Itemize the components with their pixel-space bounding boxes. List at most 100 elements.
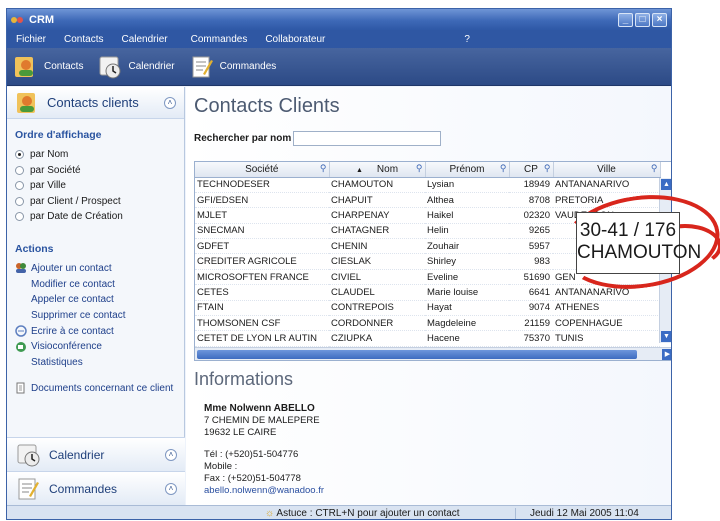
action-write-contact[interactable]: Ecrire à ce contact <box>7 323 184 339</box>
cell-prenom: Lysian <box>425 177 509 193</box>
cell-cp: 9074 <box>509 300 553 317</box>
sidebar-title: Contacts clients <box>47 95 139 110</box>
horizontal-scrollbar[interactable]: ▶ <box>195 347 671 360</box>
sort-option-date[interactable]: par Date de Création <box>15 209 184 225</box>
email-icon <box>15 325 27 337</box>
orders-icon <box>18 478 39 499</box>
cell-cp: 75370 <box>509 330 553 347</box>
search-icon[interactable]: ⚲ <box>416 163 423 174</box>
search-input[interactable] <box>293 131 441 146</box>
calendar-icon <box>17 444 40 466</box>
table-row[interactable]: CETES CLAUDEL Marie louise 6641 ANTANANARIVO <box>195 284 660 301</box>
cell-nom: CZIUPKA <box>329 330 425 347</box>
contact-address-line2: 19632 LE CAIRE <box>204 427 277 438</box>
search-label: Rechercher par nom : <box>194 133 298 144</box>
scroll-position-tooltip: 30-41 / 176 CHAMOUTON <box>576 212 701 274</box>
cell-nom: CHENIN <box>329 238 425 255</box>
tooltip-range: 30-41 / 176 <box>579 220 677 241</box>
scroll-up-icon[interactable]: ▲ <box>661 179 671 190</box>
menu-fichier[interactable]: Fichier <box>7 34 55 45</box>
action-edit-contact[interactable]: Modifier ce contact <box>7 276 184 292</box>
toolbar-commandes-button[interactable]: Commandes <box>189 54 276 80</box>
sort-asc-icon: ▲ <box>355 166 363 174</box>
search-icon[interactable]: ⚲ <box>320 163 327 174</box>
collapse-icon[interactable]: ˄ <box>164 96 176 109</box>
cell-societe: CETES <box>195 284 329 301</box>
cell-societe: SNECMAN <box>195 223 329 240</box>
document-icon <box>16 382 25 394</box>
expand-icon[interactable]: ˄ <box>165 448 177 461</box>
action-documents[interactable]: Documents concernant ce client <box>7 380 184 396</box>
column-nom[interactable]: ▲ Nom ⚲ <box>329 162 426 178</box>
cell-societe: CREDITER AGRICOLE <box>195 253 329 270</box>
cell-prenom: Eveline <box>425 269 509 286</box>
contact-email[interactable]: abello.nolwenn@wanadoo.fr <box>204 485 324 497</box>
scroll-thumb[interactable] <box>197 350 637 359</box>
grid-header-row: Société ⚲ ▲ Nom ⚲ Prénom ⚲ CP ⚲ Ville ⚲ <box>195 162 661 178</box>
cell-societe: FTAIN <box>195 300 329 317</box>
menu-collaborateur[interactable]: Collaborateur <box>256 34 334 45</box>
cell-ville: ATHENES <box>553 300 660 317</box>
search-icon[interactable]: ⚲ <box>544 163 551 174</box>
toolbar-contacts-button[interactable]: Contacts <box>13 54 83 80</box>
cell-ville: ANTANANARIVO <box>553 177 660 193</box>
sidebar-orders-section[interactable]: Commandes ˄ <box>7 471 185 505</box>
cell-ville: COPENHAGUE <box>553 315 660 332</box>
sort-option-ville[interactable]: par Ville <box>15 178 184 194</box>
search-icon[interactable]: ⚲ <box>500 163 507 174</box>
status-bar: ☼ Astuce : CTRL+N pour ajouter un contac… <box>7 505 671 519</box>
radio-icon <box>15 196 24 206</box>
menu-contacts[interactable]: Contacts <box>55 34 112 45</box>
close-button[interactable]: × <box>652 12 667 27</box>
maximize-button[interactable]: □ <box>635 12 650 27</box>
menu-help[interactable]: ? <box>334 34 479 45</box>
sidebar-calendar-section[interactable]: Calendrier ˄ <box>7 437 185 471</box>
column-ville[interactable]: Ville ⚲ <box>553 162 661 178</box>
sidebar-header[interactable]: Contacts clients ˄ <box>7 87 184 119</box>
cell-societe: MJLET <box>195 207 329 224</box>
add-contact-icon <box>16 263 26 274</box>
column-cp[interactable]: CP ⚲ <box>509 162 554 178</box>
sort-option-client-prospect[interactable]: par Client / Prospect <box>15 194 184 210</box>
table-row[interactable]: FTAIN CONTREPOIS Hayat 9074 ATHENES <box>195 300 660 317</box>
table-row[interactable]: GFI/EDSEN CHAPUIT Althea 8708 PRETORIA <box>195 192 660 209</box>
sort-option-societe[interactable]: par Société <box>15 163 184 179</box>
cell-prenom: Shirley <box>425 253 509 270</box>
cell-cp: 51690 <box>509 269 553 286</box>
scroll-down-icon[interactable]: ▼ <box>661 331 671 342</box>
column-prenom[interactable]: Prénom ⚲ <box>425 162 510 178</box>
cell-nom: CHATAGNER <box>329 223 425 240</box>
cell-nom: CIESLAK <box>329 253 425 270</box>
table-row[interactable]: THOMSONEN CSF CORDONNER Magdeleine 21159 COP… <box>195 315 660 332</box>
sort-option-nom[interactable]: par Nom <box>15 147 184 163</box>
cell-cp: 8708 <box>509 192 553 209</box>
cell-nom: CHAPUIT <box>329 192 425 209</box>
scroll-right-icon[interactable]: ▶ <box>662 349 671 360</box>
action-call-contact[interactable]: Appeler ce contact <box>7 292 184 308</box>
cell-societe: THOMSONEN CSF <box>195 315 329 332</box>
sort-heading: Ordre d'affichage <box>15 129 102 141</box>
menu-calendrier[interactable]: Calendrier <box>112 34 176 45</box>
table-row[interactable]: TECHNODESER CHAMOUTON Lysian 18949 ANTANANAR… <box>195 177 660 193</box>
column-societe[interactable]: Société ⚲ <box>195 162 330 178</box>
cell-nom: CLAUDEL <box>329 284 425 301</box>
action-add-contact[interactable]: Ajouter un contact <box>7 261 184 277</box>
action-videoconference[interactable]: Visioconférence <box>7 339 184 355</box>
actions-heading: Actions <box>15 242 54 255</box>
search-icon[interactable]: ⚲ <box>651 163 658 174</box>
contact-mobile: Mobile : <box>204 461 238 472</box>
radio-icon <box>15 150 24 160</box>
contact-address-line1: 7 CHEMIN DE MALEPERE <box>204 415 320 426</box>
toolbar-calendrier-button[interactable]: Calendrier <box>97 54 175 80</box>
table-row[interactable]: CETET DE LYON LR AUTIN CZIUPKA Hacene 75370… <box>195 330 660 347</box>
minimize-button[interactable]: _ <box>618 12 633 27</box>
contact-name: Mme Nolwenn ABELLO <box>204 403 315 414</box>
action-statistics[interactable]: Statistiques <box>7 355 184 371</box>
expand-icon[interactable]: ˄ <box>165 482 177 495</box>
status-tip: ☼ Astuce : CTRL+N pour ajouter un contac… <box>265 508 460 519</box>
action-delete-contact[interactable]: Supprimer ce contact <box>7 308 184 324</box>
cell-prenom: Hacene <box>425 330 509 347</box>
cell-nom: CONTREPOIS <box>329 300 425 317</box>
menu-commandes[interactable]: Commandes <box>177 34 257 45</box>
cell-prenom: Helin <box>425 223 509 240</box>
